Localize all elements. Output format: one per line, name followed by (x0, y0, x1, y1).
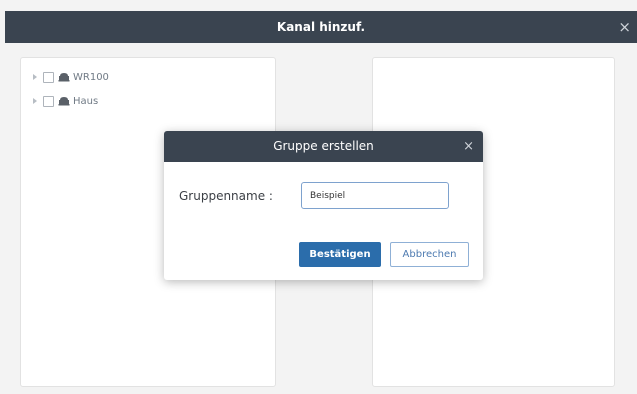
close-icon[interactable]: × (618, 11, 631, 43)
confirm-button[interactable]: Bestätigen (299, 242, 381, 267)
tree-item-checkbox[interactable] (43, 95, 54, 107)
device-icon (58, 96, 70, 106)
tree-item-haus[interactable]: Haus (33, 93, 98, 109)
tree-item-checkbox[interactable] (43, 71, 54, 83)
tree-item-label: Haus (73, 95, 99, 107)
modal-title: Gruppe erstellen (273, 139, 374, 153)
expand-arrow-icon[interactable] (33, 98, 37, 104)
expand-arrow-icon[interactable] (33, 74, 37, 80)
create-group-modal: Gruppe erstellen × Gruppenname : Bestäti… (164, 131, 483, 280)
device-icon (58, 72, 70, 82)
tree-item-wr100[interactable]: WR100 (33, 69, 109, 85)
group-name-label: Gruppenname : (179, 189, 273, 203)
modal-header: Gruppe erstellen × (164, 131, 483, 162)
dialog-title-bar: Kanal hinzuf. × (5, 11, 637, 43)
cancel-button[interactable]: Abbrechen (390, 242, 469, 267)
group-name-input[interactable] (301, 182, 449, 209)
close-icon[interactable]: × (463, 131, 474, 162)
dialog-title: Kanal hinzuf. (276, 20, 366, 34)
tree-item-label: WR100 (73, 71, 109, 83)
